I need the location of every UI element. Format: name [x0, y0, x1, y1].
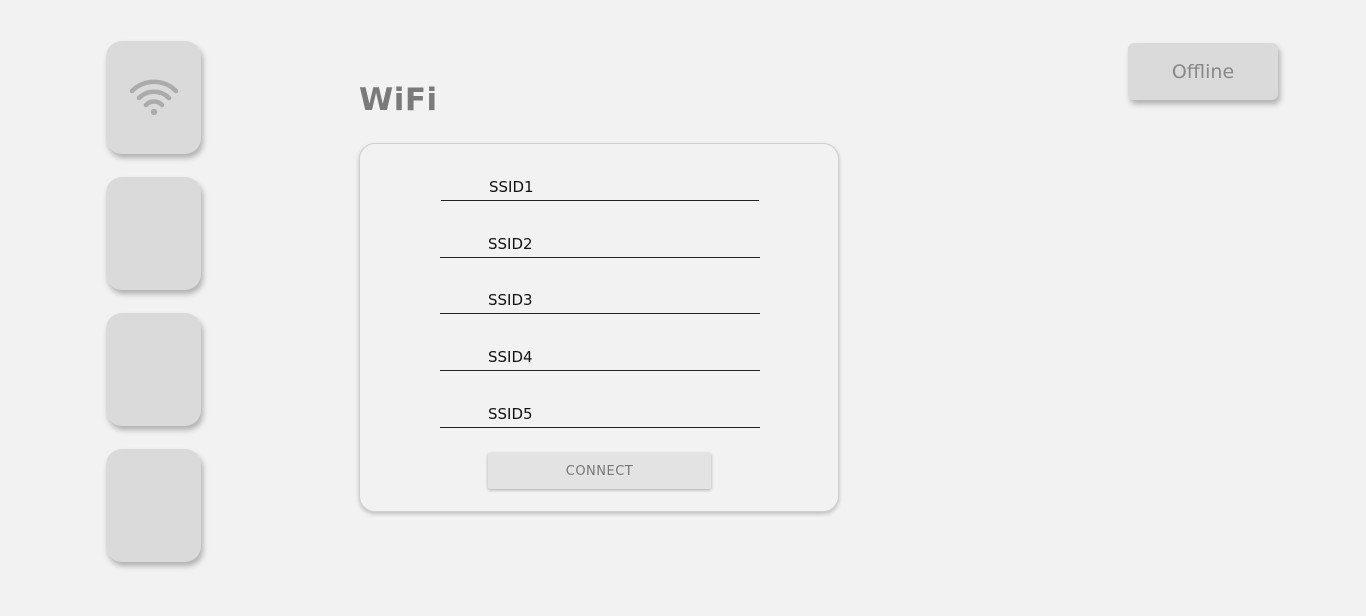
sidebar-item-2[interactable] [106, 177, 201, 290]
page-title: WiFi [359, 82, 438, 118]
ssid4-label: SSID4 [488, 348, 533, 366]
ssid4-field[interactable]: SSID4 [440, 340, 760, 371]
ssid2-field[interactable]: SSID2 [440, 227, 760, 258]
ssid1-label: SSID1 [489, 178, 534, 196]
ssid3-field[interactable]: SSID3 [440, 283, 760, 314]
ssid2-label: SSID2 [488, 235, 533, 253]
sidebar-item-wifi[interactable] [106, 41, 201, 154]
wifi-settings-page: WiFi Offline SSID1 SSID2 SSID3 SSID4 SSI… [0, 0, 1366, 616]
ssid5-field[interactable]: SSID5 [440, 397, 760, 428]
offline-status-button[interactable]: Offline [1128, 43, 1278, 100]
wifi-icon [129, 76, 179, 120]
ssid5-label: SSID5 [488, 405, 533, 423]
sidebar-item-3[interactable] [106, 313, 201, 426]
ssid1-field[interactable]: SSID1 [441, 170, 759, 201]
connect-button[interactable]: CONNECT [488, 453, 711, 489]
sidebar-item-4[interactable] [106, 449, 201, 562]
wifi-form-card: SSID1 SSID2 SSID3 SSID4 SSID5 CONNECT [359, 143, 839, 512]
ssid3-label: SSID3 [488, 291, 533, 309]
